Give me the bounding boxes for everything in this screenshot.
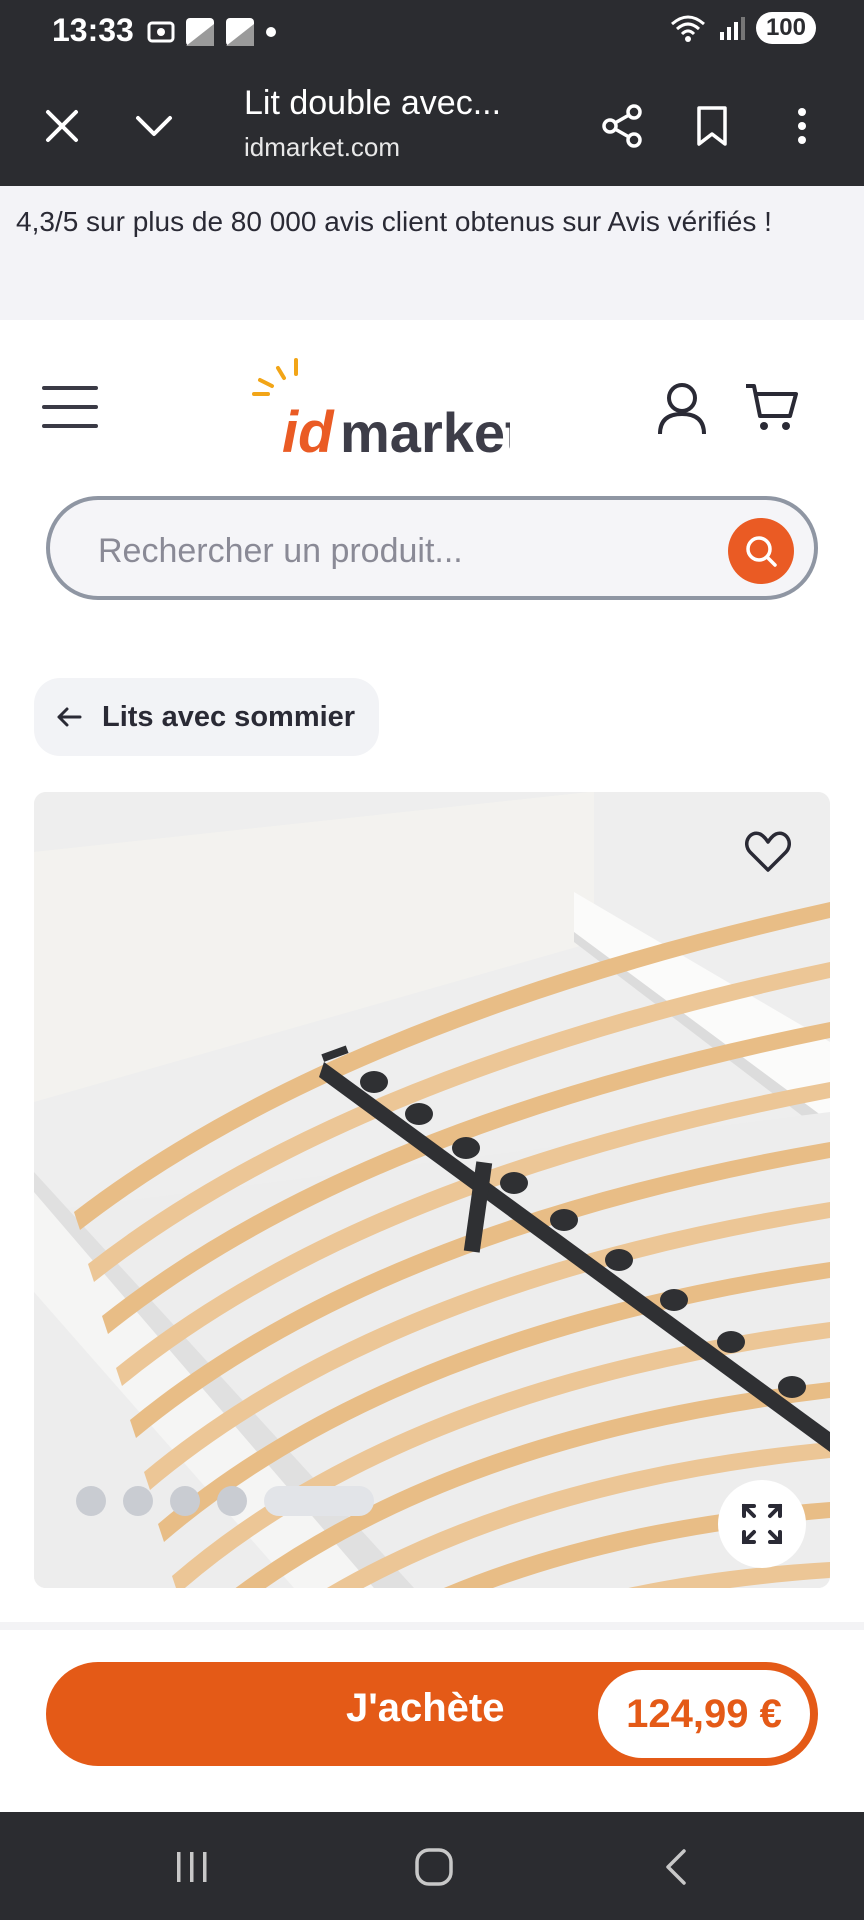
logo-market-text: market [340, 401, 510, 456]
system-navigation-bar [0, 1812, 864, 1920]
favorite-button[interactable] [744, 830, 792, 874]
account-button[interactable] [654, 380, 710, 441]
buy-button-label: J'achète [346, 1686, 505, 1730]
product-image-bed-slats [34, 792, 830, 1588]
reviews-banner[interactable]: 4,3/5 sur plus de 80 000 avis client obt… [0, 186, 864, 320]
menu-line [42, 386, 98, 390]
gallery-dot[interactable] [217, 1486, 247, 1516]
gallery-dot-active[interactable] [264, 1486, 374, 1516]
back-button[interactable] [644, 1842, 708, 1892]
search-input[interactable]: Rechercher un produit... [98, 532, 463, 571]
share-icon [602, 104, 642, 148]
gallery-dot[interactable] [170, 1486, 200, 1516]
breadcrumb-label: Lits avec sommier [102, 700, 356, 733]
chevron-down-icon [136, 116, 172, 136]
gallery-pagination [76, 1486, 374, 1516]
cart-button[interactable] [744, 382, 800, 439]
menu-line [42, 424, 98, 428]
system-icons: 100 [668, 12, 816, 44]
user-icon [658, 383, 706, 435]
more-vertical-icon [798, 108, 806, 144]
home-button[interactable] [402, 1842, 466, 1892]
page-url: idmarket.com [244, 132, 401, 162]
reviews-banner-text: 4,3/5 sur plus de 80 000 avis client obt… [16, 206, 772, 237]
price-badge: 124,99 € [598, 1670, 810, 1758]
recent-apps-icon [177, 1852, 207, 1882]
idmarket-logo[interactable]: id market [250, 356, 524, 465]
gallery-dot[interactable] [76, 1486, 106, 1516]
search-icon [746, 536, 777, 567]
page-title: Lit double avec... [244, 84, 502, 122]
wifi-icon [670, 15, 705, 42]
cart-icon [746, 384, 798, 430]
dot-icon [266, 27, 276, 37]
expand-icon [742, 1504, 782, 1544]
screenshot-icon [147, 21, 175, 43]
arrow-left-icon [57, 707, 82, 727]
browser-toolbar: Lit double avec... idmarket.com [0, 64, 864, 186]
status-bar: 13:33 100 [0, 0, 864, 64]
recent-apps-button[interactable] [160, 1842, 224, 1892]
logo-graphic: id market [252, 358, 524, 465]
gallery-icon-2 [226, 18, 254, 46]
signal-icon [719, 17, 745, 40]
back-icon [666, 1849, 686, 1885]
minimize-button[interactable] [122, 94, 186, 158]
share-button[interactable] [590, 94, 654, 158]
close-tab-button[interactable] [30, 94, 94, 158]
search-button[interactable] [728, 518, 794, 584]
bookmark-button[interactable] [680, 94, 744, 158]
site-header: id market [0, 320, 864, 490]
gallery-icon [186, 18, 214, 46]
section-divider [0, 1622, 864, 1630]
menu-line [42, 405, 98, 409]
notification-icons [146, 16, 278, 48]
status-time: 13:33 [52, 12, 134, 48]
fullscreen-button[interactable] [718, 1480, 806, 1568]
search-bar[interactable]: Rechercher un produit... [46, 496, 818, 600]
close-icon [46, 110, 78, 142]
menu-button[interactable] [42, 386, 98, 432]
buy-button[interactable]: J'achète 124,99 € [46, 1662, 818, 1766]
heart-icon [745, 831, 791, 872]
product-image-gallery[interactable] [34, 792, 830, 1588]
gallery-dot[interactable] [123, 1486, 153, 1516]
home-icon [415, 1848, 453, 1886]
logo-id-text: id [282, 400, 335, 456]
bookmark-icon [697, 106, 727, 146]
battery-indicator: 100 [755, 12, 816, 44]
breadcrumb-back-button[interactable]: Lits avec sommier [34, 678, 380, 756]
more-options-button[interactable] [770, 94, 834, 158]
